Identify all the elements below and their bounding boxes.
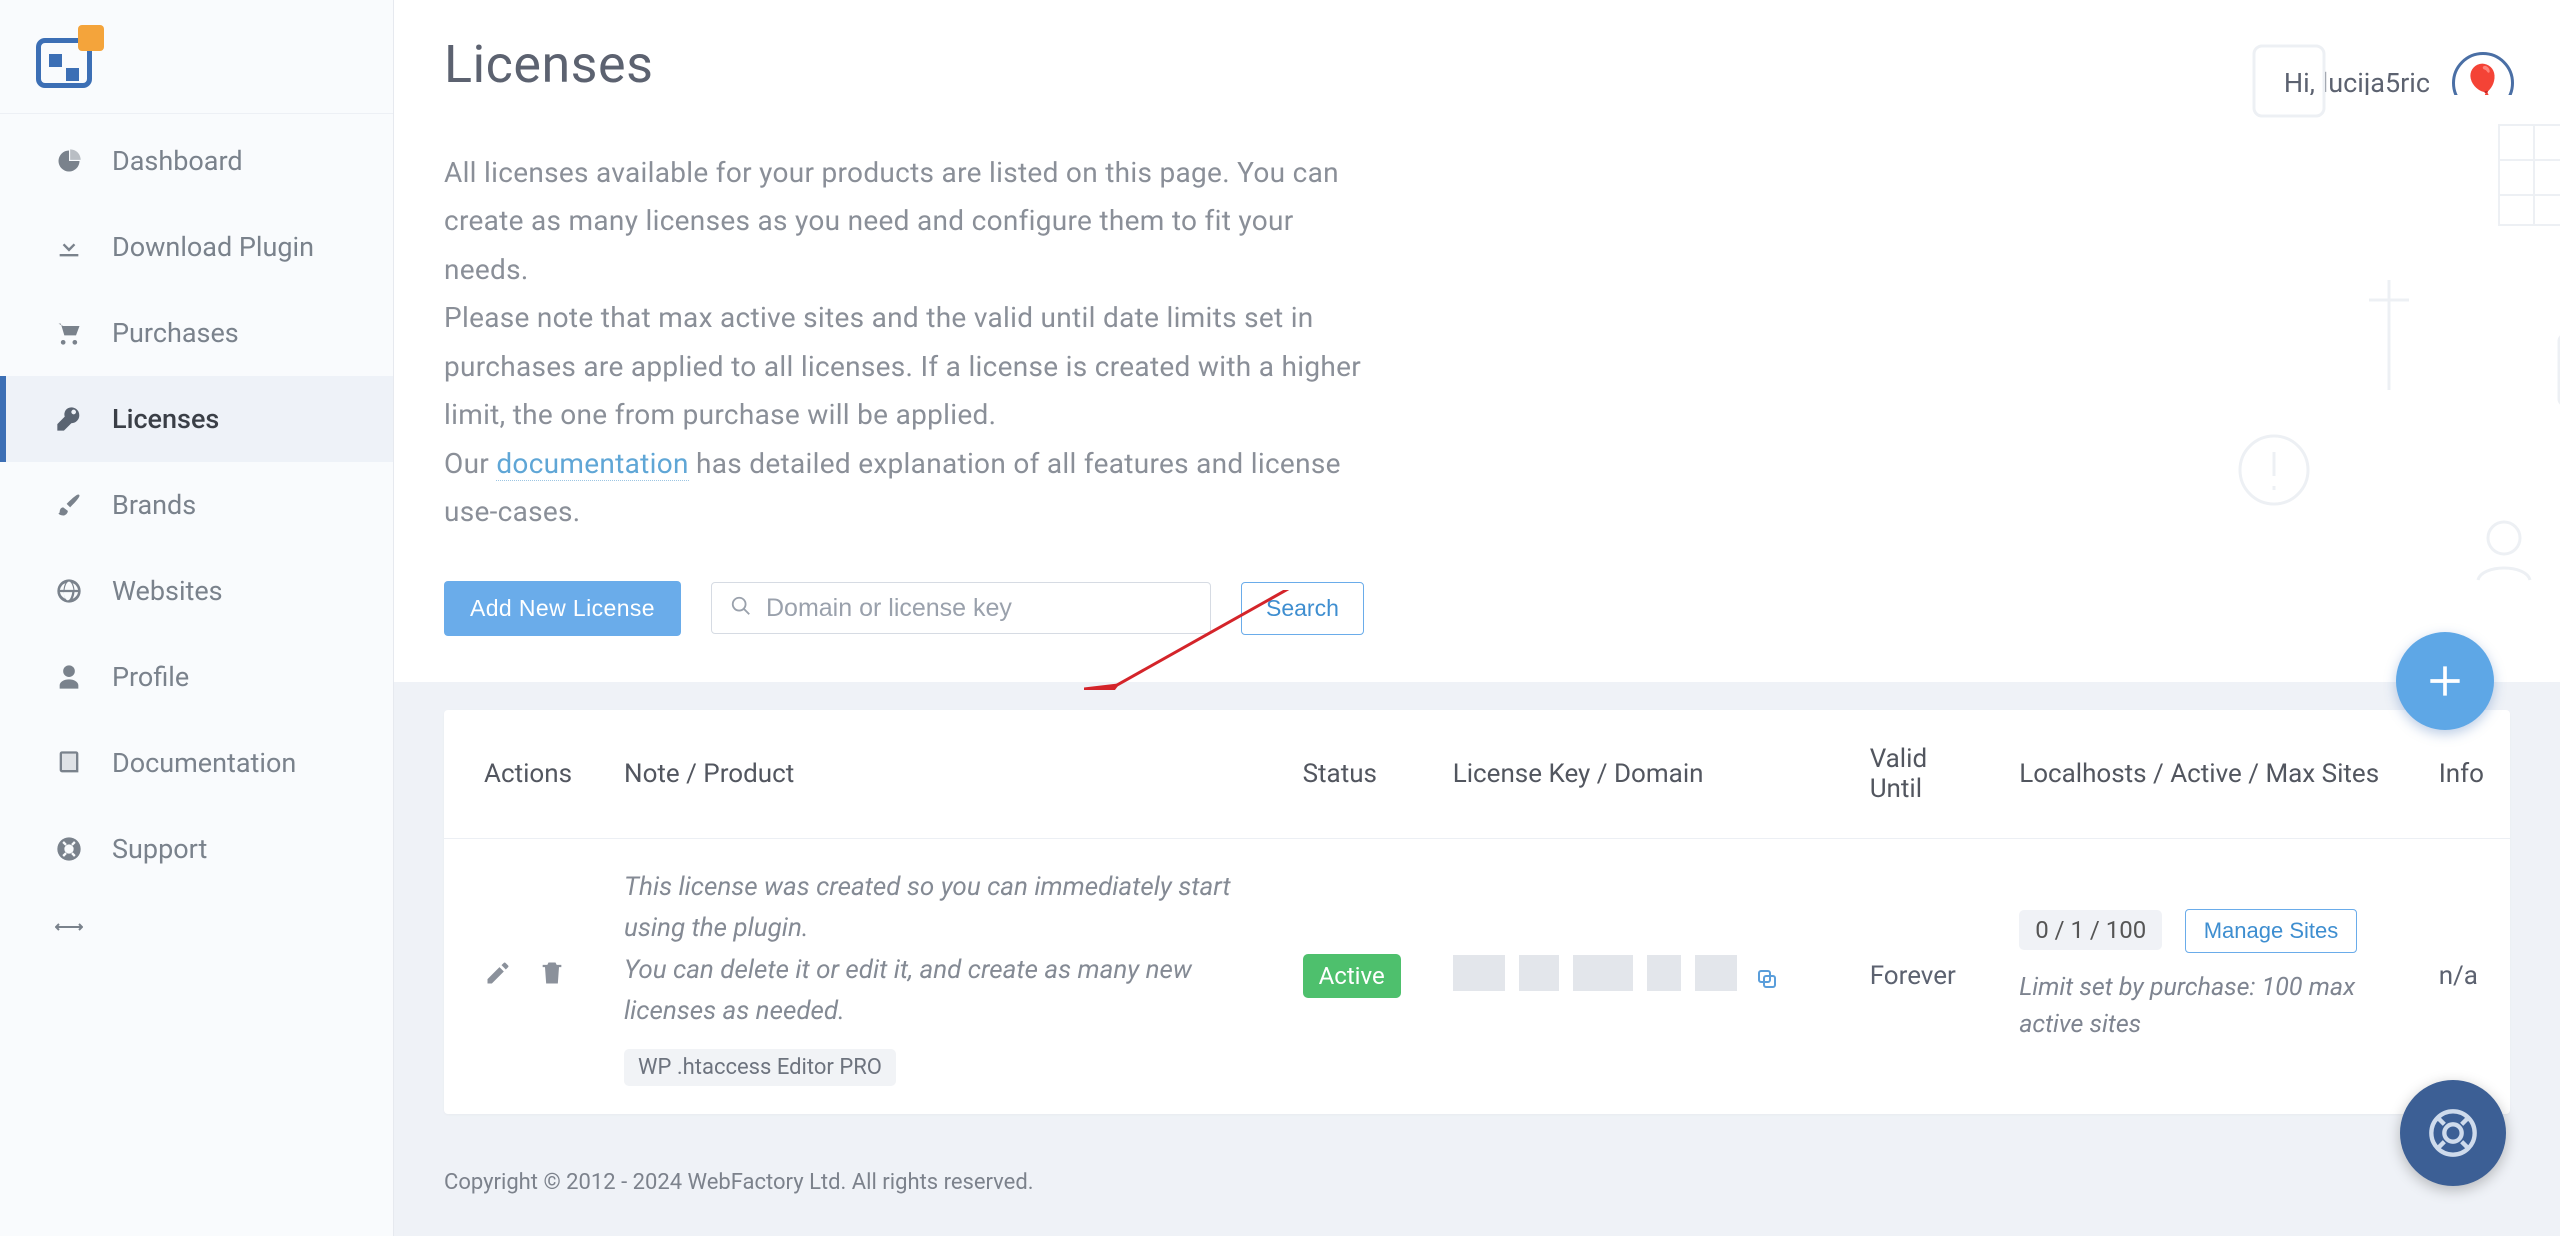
sidebar: Dashboard Download Plugin Purchases Lice… [0,0,394,1236]
sidebar-item-documentation[interactable]: Documentation [0,720,393,806]
sidebar-item-label: Support [112,833,363,865]
sidebar-collapse-toggle[interactable] [0,892,393,962]
actions-bar: Add New License Search [394,577,2560,682]
search-input[interactable] [766,594,1192,623]
cart-icon [46,319,92,347]
product-tag: WP .htaccess Editor PRO [624,1049,896,1086]
valid-until-value: Forever [1844,838,1994,1114]
license-note-1: This license was created so you can imme… [624,867,1251,950]
fab-add-button[interactable] [2396,632,2494,730]
search-icon [730,595,752,621]
page-header: Licenses Hi, lucija5ric 🎈 [394,0,2560,95]
desc-line-1: All licenses available for your products… [444,149,1344,294]
col-actions: Actions [444,710,598,839]
desc-line-3: Our documentation has detailed explanati… [444,440,1344,537]
manage-sites-button[interactable]: Manage Sites [2185,909,2358,953]
sidebar-item-label: Licenses [112,403,363,435]
sidebar-item-licenses[interactable]: Licenses [0,376,393,462]
lifebuoy-icon [46,835,92,863]
sidebar-item-label: Brands [112,489,363,521]
sidebar-item-label: Purchases [112,317,363,349]
main-content: Licenses Hi, lucija5ric 🎈 All licenses a… [394,0,2560,1236]
edit-icon[interactable] [484,959,512,994]
sidebar-item-brands[interactable]: Brands [0,462,393,548]
brush-icon [46,491,92,519]
sidebar-item-label: Documentation [112,747,363,779]
col-license-key: License Key / Domain [1427,710,1844,839]
page-title: Licenses [444,34,2510,95]
copy-icon[interactable] [1755,969,1779,997]
sidebar-item-dashboard[interactable]: Dashboard [0,118,393,204]
book-icon [46,749,92,777]
key-icon [46,405,92,433]
limit-note: Limit set by purchase: 100 max active si… [2019,969,2379,1044]
sidebar-item-profile[interactable]: Profile [0,634,393,720]
sidebar-item-websites[interactable]: Websites [0,548,393,634]
delete-icon[interactable] [538,959,566,994]
search-field-wrap [711,582,1211,634]
status-badge: Active [1303,954,1401,998]
col-valid-until: Valid Until [1844,710,1994,839]
sidebar-item-label: Websites [112,575,363,607]
col-sites: Localhosts / Active / Max Sites [1993,710,2413,839]
desc-line-2: Please note that max active sites and th… [444,294,1374,439]
sidebar-item-download-plugin[interactable]: Download Plugin [0,204,393,290]
sidebar-item-support[interactable]: Support [0,806,393,892]
download-icon [46,233,92,261]
sidebar-item-label: Profile [112,661,363,693]
licenses-table: Actions Note / Product Status License Ke… [444,710,2510,1114]
add-new-license-button[interactable]: Add New License [444,581,681,636]
collapse-icon [46,920,92,934]
sites-counts: 0 / 1 / 100 [2019,910,2162,950]
search-button[interactable]: Search [1241,582,1364,635]
sidebar-item-purchases[interactable]: Purchases [0,290,393,376]
logo[interactable] [0,0,393,114]
col-info: Info [2413,710,2510,839]
page-description: All licenses available for your products… [394,95,2560,577]
footer-copyright: Copyright © 2012 - 2024 WebFactory Ltd. … [444,1170,2510,1195]
user-icon [46,663,92,691]
documentation-link[interactable]: documentation [496,447,688,481]
globe-icon [46,577,92,605]
sidebar-item-label: Download Plugin [112,231,363,263]
dashboard-icon [46,147,92,175]
col-note-product: Note / Product [598,710,1277,839]
license-key-obscured [1453,955,1737,991]
help-bubble-button[interactable] [2400,1080,2506,1186]
license-note-2: You can delete it or edit it, and create… [624,950,1251,1033]
col-status: Status [1277,710,1427,839]
table-row: This license was created so you can imme… [444,838,2510,1114]
sidebar-item-label: Dashboard [112,145,363,177]
info-value: n/a [2413,838,2510,1114]
